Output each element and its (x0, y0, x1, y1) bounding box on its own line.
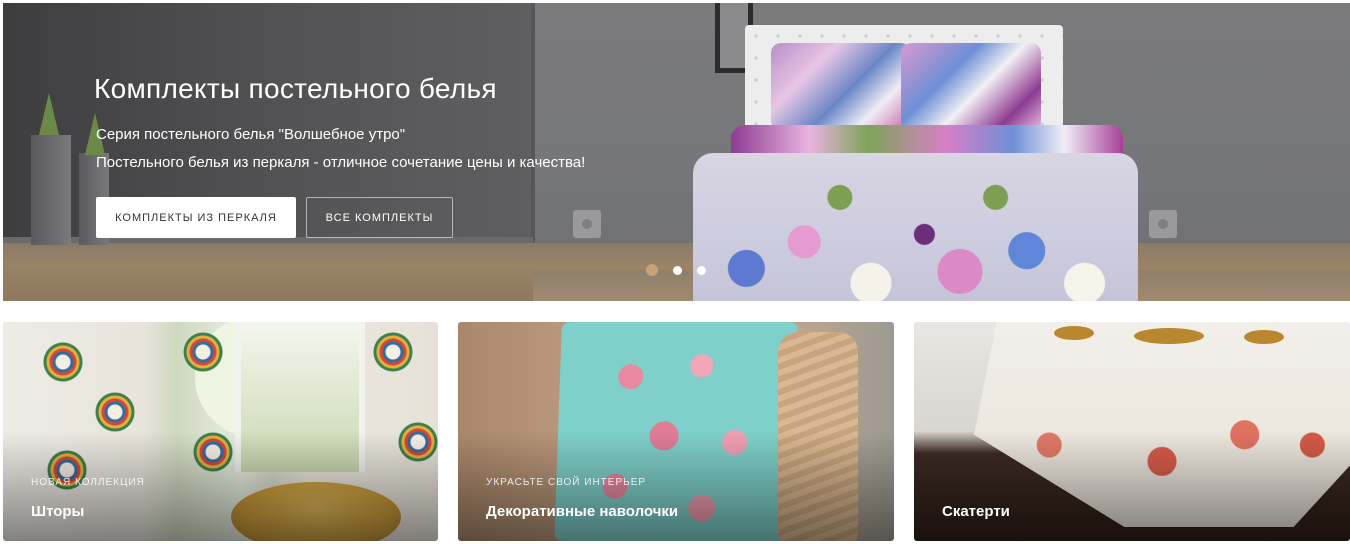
card-overlay (914, 431, 1350, 541)
wall-outlet-icon (1149, 210, 1177, 238)
slider-dot[interactable] (697, 265, 706, 275)
clock-pattern-icon (43, 342, 83, 382)
tableware-icon (1244, 330, 1284, 344)
clock-pattern-icon (373, 332, 413, 372)
decor-plant-icon (39, 93, 59, 135)
slider-dot[interactable] (673, 265, 682, 275)
category-card-tablecloths[interactable]: Скатерти (914, 322, 1350, 541)
percale-sets-button[interactable]: Комплекты из перкаля (96, 197, 296, 238)
wall-outlet-icon (573, 210, 601, 238)
tableware-icon (1054, 326, 1094, 340)
category-card-curtains[interactable]: Новая коллекция Шторы (3, 322, 438, 541)
card-kicker: Украсьте свой интерьер (486, 477, 647, 488)
card-title: Скатерти (942, 503, 1010, 520)
hero-title: Комплекты постельного белья (94, 73, 497, 104)
all-sets-button[interactable]: Все комплекты (306, 197, 453, 238)
tableware-icon (1134, 328, 1204, 344)
hero-banner: Комплекты постельного белья Серия постел… (3, 3, 1350, 301)
bed-pillow (901, 43, 1041, 131)
slider-pagination (646, 264, 706, 276)
hero-wall-corner (531, 3, 535, 273)
slider-dot[interactable] (646, 264, 658, 276)
clock-pattern-icon (95, 392, 135, 432)
bed-duvet (693, 153, 1138, 301)
hero-subtitle: Серия постельного белья "Волшебное утро" (96, 126, 406, 143)
hero-bed-image (693, 25, 1138, 301)
category-card-pillowcases[interactable]: Украсьте свой интерьер Декоративные наво… (458, 322, 894, 541)
clock-pattern-icon (183, 332, 223, 372)
card-title: Шторы (31, 503, 85, 520)
bed-pillow (771, 43, 911, 131)
hero-description: Постельного белья из перкаля - отличное … (96, 154, 586, 171)
card-title: Декоративные наволочки (486, 503, 679, 520)
decor-vase (31, 135, 71, 245)
card-kicker: Новая коллекция (31, 477, 145, 488)
